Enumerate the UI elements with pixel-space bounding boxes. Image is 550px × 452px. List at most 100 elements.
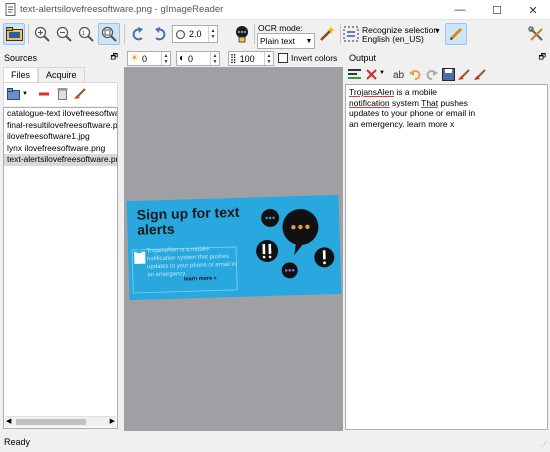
rotate-left-icon — [132, 27, 143, 41]
output-undock-icon[interactable]: 🗗 — [538, 51, 546, 65]
redo-icon[interactable] — [425, 68, 438, 81]
find-replace-icon[interactable]: ab — [393, 68, 406, 81]
clear-output-icon[interactable] — [474, 68, 487, 81]
toggle-output-button[interactable] — [445, 23, 467, 45]
spellcheck-icon[interactable] — [458, 68, 471, 81]
window-title: text-alertsilovefreesoftware.png - gImag… — [20, 4, 224, 15]
brightness-arrows[interactable]: ▲ ▼ — [161, 52, 170, 65]
language-dropdown-icon[interactable]: ▼ — [434, 28, 441, 35]
maximize-icon: ☐ — [492, 4, 502, 17]
image-body-text: TrojansAlen is a mobile notification sys… — [146, 246, 237, 279]
output-line: updates to your phone or email in — [349, 108, 544, 119]
close-icon: ✕ — [528, 4, 538, 17]
open-dropdown-icon[interactable]: ▼ — [22, 91, 28, 97]
zoom-in-button[interactable] — [31, 23, 53, 45]
zoom-original-button[interactable]: 1 — [75, 23, 97, 45]
output-text-run: an emergency. learn more x — [349, 118, 455, 129]
zoom-fit-icon — [101, 26, 117, 42]
clear-icon[interactable] — [74, 87, 87, 100]
misspelled-word: That — [421, 97, 439, 108]
file-list-item[interactable]: ilovefreesoftware1.jpg — [4, 131, 117, 143]
text-format-icon[interactable] — [348, 68, 361, 81]
zoom-out-button[interactable] — [53, 23, 75, 45]
chevron-down-icon: ▼ — [305, 37, 313, 45]
sources-title: Sources — [4, 53, 38, 63]
file-items: catalogue-text ilovefreesoftware.pngfina… — [4, 108, 117, 166]
misspelled-word: TrojansAlen — [349, 87, 395, 97]
image-canvas[interactable]: Sign up for text alerts 1 TrojansAlen is… — [124, 67, 343, 431]
output-textarea[interactable]: TrojansAlen is a mobile notification syst… — [345, 84, 548, 430]
spin-arrows[interactable]: ▲ ▼ — [208, 26, 217, 42]
brightness-icon: ☀ — [130, 53, 139, 64]
output-panel: Output 🗗 ▼ ab TrojansAlen is a mobile no… — [345, 51, 550, 431]
output-text-run: is a mobile — [394, 87, 438, 97]
delete-icon[interactable] — [57, 87, 68, 100]
status-bar: Ready ⋰ — [0, 432, 550, 452]
zoom-fit-button[interactable] — [98, 23, 120, 45]
image-step-number: 1 — [135, 244, 142, 257]
status-text: Ready — [4, 437, 31, 447]
output-lines: TrojansAlen is a mobile notification syst… — [346, 85, 547, 131]
minimize-button[interactable]: — — [445, 0, 475, 20]
rotate-icon — [175, 29, 186, 39]
resolution-icon: ⣿ — [230, 53, 237, 63]
image-controls-icon — [236, 26, 248, 43]
output-line: notification system That pushes — [349, 98, 544, 109]
strip-dropdown-icon[interactable]: ▼ — [379, 70, 385, 76]
svg-text:ab: ab — [393, 70, 405, 81]
open-folder-icon[interactable] — [7, 88, 21, 100]
tab-files[interactable]: Files — [3, 67, 39, 82]
brightness-spinbox[interactable]: ☀ 0 ▲ ▼ — [127, 51, 171, 66]
file-list-item[interactable]: final-resultilovefreesoftware.png — [4, 120, 117, 132]
file-list-item[interactable]: catalogue-text ilovefreesoftware.png — [4, 108, 117, 120]
scroll-right-icon[interactable]: ▶ — [110, 417, 115, 425]
undock-icon[interactable]: 🗗 — [110, 51, 118, 65]
file-list-item[interactable]: lynx ilovefreesoftware.png — [4, 143, 117, 155]
file-list: catalogue-text ilovefreesoftware.pngfina… — [3, 107, 118, 429]
brightness-value: 0 — [141, 53, 147, 64]
save-output-icon[interactable] — [442, 68, 455, 81]
output-header: Output 🗗 — [345, 51, 550, 65]
resize-grip-icon[interactable]: ⋰ — [541, 440, 548, 448]
image-link-text: learn more » — [183, 275, 217, 283]
main-toolbar: 1 2.0 ▲ ▼ OCR mode: Plain text ▼ Recogni… — [0, 20, 550, 49]
close-button[interactable]: ✕ — [518, 0, 548, 20]
zoom-out-icon — [56, 26, 72, 42]
remove-icon[interactable] — [39, 91, 49, 97]
files-toolbar: ▼ — [3, 82, 118, 106]
toggle-sources-button[interactable] — [3, 23, 25, 45]
output-line: an emergency. learn more x — [349, 119, 544, 130]
rotation-spinbox[interactable]: 2.0 ▲ ▼ — [172, 25, 218, 43]
autodetect-layout-button[interactable] — [316, 23, 338, 45]
zoom-in-icon — [34, 26, 50, 42]
ocr-mode-select[interactable]: Plain text ▼ — [257, 33, 315, 49]
rotate-left-button[interactable] — [127, 23, 149, 45]
title-bar: text-alertsilovefreesoftware.png - gImag… — [0, 0, 550, 20]
minimize-icon: — — [454, 4, 466, 16]
scroll-left-icon[interactable]: ◀ — [6, 417, 11, 425]
recognize-button[interactable]: Recognize selection English (en_US) — [343, 23, 439, 45]
strip-lines-icon[interactable] — [365, 68, 379, 81]
maximize-button[interactable]: ☐ — [482, 0, 512, 20]
resolution-spinbox[interactable]: ⣿ 100 ▲ ▼ — [228, 51, 274, 66]
preferences-button[interactable] — [525, 23, 547, 45]
undo-icon[interactable] — [409, 68, 422, 81]
contrast-spinbox[interactable]: ◐ 0 ▲ ▼ — [176, 51, 220, 66]
ocr-mode-value: Plain text — [260, 36, 295, 46]
magic-wand-icon — [320, 26, 335, 41]
horizontal-scrollbar[interactable]: ◀ ▶ — [5, 416, 116, 427]
output-title: Output — [349, 53, 377, 63]
image-controls-button[interactable] — [231, 23, 253, 45]
invert-colors-checkbox[interactable] — [278, 53, 288, 63]
tab-acquire[interactable]: Acquire — [38, 67, 85, 82]
output-text-run: pushes — [438, 97, 468, 108]
scroll-thumb[interactable] — [16, 419, 86, 425]
zoom-value: 2.0 — [189, 29, 202, 39]
rotate-right-button[interactable] — [149, 23, 171, 45]
contrast-value: 0 — [188, 53, 194, 64]
contrast-arrows[interactable]: ▲ ▼ — [210, 52, 219, 65]
pen-icon — [449, 27, 463, 41]
tools-icon — [527, 25, 543, 41]
resolution-arrows[interactable]: ▲ ▼ — [264, 52, 273, 65]
file-list-item[interactable]: text-alertsilovefreesoftware.png — [4, 154, 117, 166]
